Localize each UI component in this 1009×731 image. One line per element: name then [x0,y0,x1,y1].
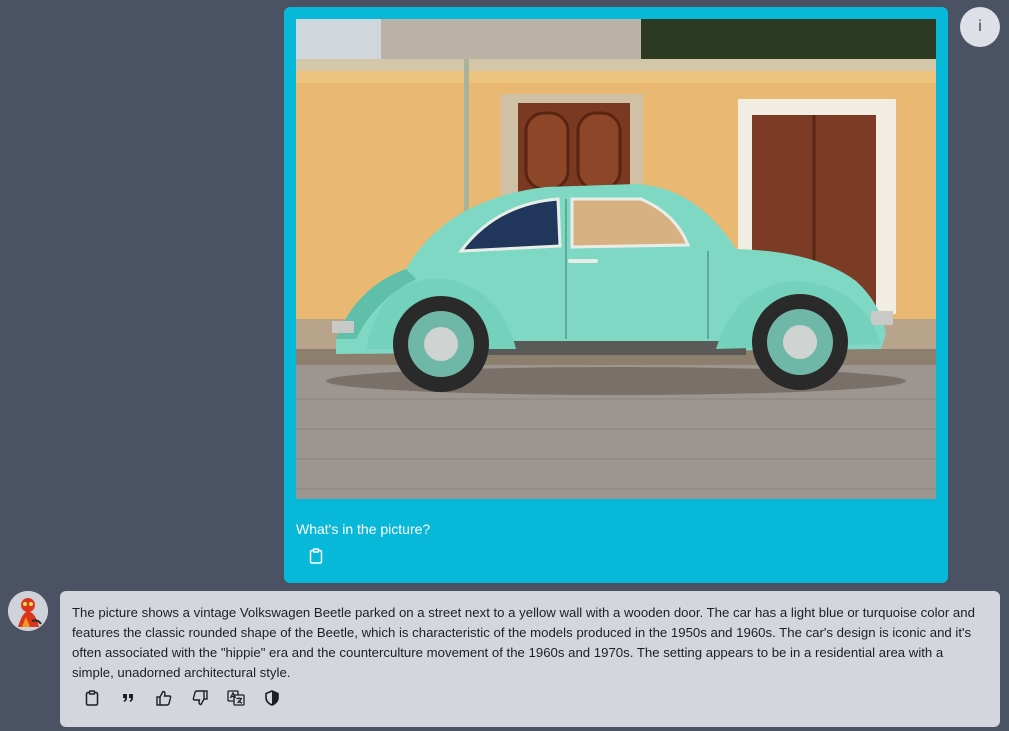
clipboard-icon[interactable] [82,688,102,708]
user-avatar[interactable]: i [960,7,1000,47]
shield-icon[interactable] [262,688,282,708]
assistant-avatar [8,591,48,631]
attached-image-beetle[interactable] [296,19,936,499]
translate-icon[interactable] [226,688,246,708]
assistant-message-text: The picture shows a vintage Volkswagen B… [72,605,975,680]
clipboard-icon[interactable] [306,546,326,566]
chat-view: What's in the picture? i The picture sho… [0,0,1009,731]
user-message-text: What's in the picture? [296,521,431,537]
quote-icon[interactable] [118,688,138,708]
thumbs-up-icon[interactable] [154,688,174,708]
user-avatar-letter: i [978,18,982,35]
message-actions [82,688,282,708]
user-message-bubble: What's in the picture? [284,7,948,583]
assistant-message-bubble: The picture shows a vintage Volkswagen B… [60,591,1000,727]
thumbs-down-icon[interactable] [190,688,210,708]
